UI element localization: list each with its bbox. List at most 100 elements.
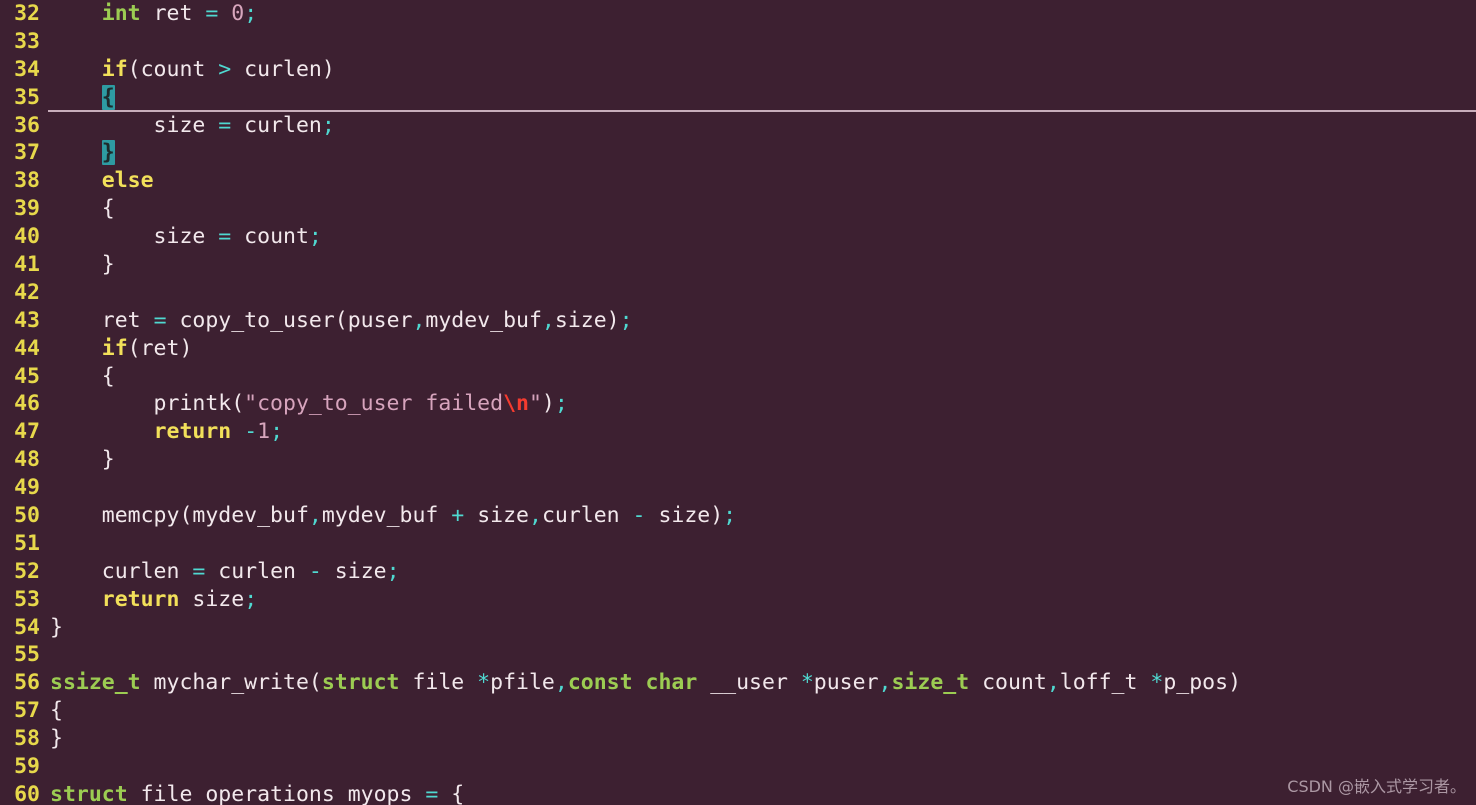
code-lines-container[interactable]: 32 int ret = 0; 33 34 if(count > curlen) 35…	[0, 0, 1476, 805]
code-token: printk(	[50, 391, 245, 417]
line-code[interactable]: }	[40, 725, 1476, 753]
code-line[interactable]: 37 }	[0, 139, 1476, 167]
line-code[interactable]: {	[40, 84, 1476, 112]
code-line[interactable]: 60 struct file_operations myops = {	[0, 781, 1476, 805]
code-token: >	[218, 56, 232, 82]
code-line[interactable]: 43 ret = copy_to_user(puser,mydev_buf,si…	[0, 307, 1476, 335]
line-code[interactable]: return size;	[40, 586, 1476, 614]
code-line[interactable]: 55	[0, 641, 1476, 669]
line-number: 52	[14, 558, 40, 584]
line-code[interactable]: ret = copy_to_user(puser,mydev_buf,size)…	[40, 307, 1476, 335]
code-line[interactable]: 39 {	[0, 195, 1476, 223]
code-token: ,	[528, 503, 542, 529]
line-code[interactable]: memcpy(mydev_buf,mydev_buf + size,curlen…	[40, 502, 1476, 530]
code-line[interactable]: 42	[0, 279, 1476, 307]
code-token: "copy_to_user failed	[244, 391, 504, 417]
code-token: (ret)	[127, 335, 193, 361]
code-line[interactable]: 52 curlen = curlen - size;	[0, 558, 1476, 586]
code-line[interactable]: 33	[0, 28, 1476, 56]
code-token: ;	[723, 503, 737, 529]
line-code[interactable]: if(ret)	[40, 335, 1476, 363]
line-code[interactable]: }	[40, 614, 1476, 642]
code-line[interactable]: 34 if(count > curlen)	[0, 56, 1476, 84]
code-token: size	[321, 558, 387, 584]
code-editor[interactable]: 32 int ret = 0; 33 34 if(count > curlen) 35…	[0, 0, 1476, 805]
code-line[interactable]: 58}	[0, 725, 1476, 753]
line-code[interactable]: size = count;	[40, 223, 1476, 251]
code-token: mydev_buf	[321, 503, 452, 529]
code-token: pfile	[490, 670, 555, 696]
code-token: count	[231, 224, 309, 250]
code-line[interactable]: 56 ssize_t mychar_write(struct file *pfil…	[0, 669, 1476, 697]
code-token: }	[50, 252, 115, 278]
line-code[interactable]: curlen = curlen - size;	[40, 558, 1476, 586]
line-number: 45	[14, 363, 40, 389]
code-token: size_t	[891, 670, 970, 696]
code-token: return	[153, 419, 232, 445]
code-token: {	[50, 363, 115, 389]
code-token: const	[567, 670, 633, 696]
code-token: *	[1150, 670, 1164, 696]
line-code[interactable]: size = curlen;	[40, 112, 1476, 140]
code-token: file	[399, 670, 478, 696]
code-token: {	[50, 196, 115, 222]
code-token: ssize_t	[50, 670, 141, 696]
code-line[interactable]: 41 }	[0, 251, 1476, 279]
code-line[interactable]: 49	[0, 474, 1476, 502]
line-code[interactable]: struct file_operations myops = {	[40, 781, 1476, 805]
line-number: 37	[14, 140, 40, 166]
code-line[interactable]: 51	[0, 530, 1476, 558]
code-line[interactable]: 53 return size;	[0, 586, 1476, 614]
code-token: mydev_buf	[425, 307, 542, 333]
line-number: 47	[14, 419, 40, 445]
line-code[interactable]: }	[40, 139, 1476, 167]
code-token: size	[50, 112, 219, 138]
line-code[interactable]: return -1;	[40, 418, 1476, 446]
code-token: curlen	[541, 503, 633, 529]
line-number: 42	[14, 279, 40, 305]
line-code[interactable]: {	[40, 363, 1476, 391]
line-code[interactable]: }	[40, 251, 1476, 279]
line-code[interactable]: {	[40, 697, 1476, 725]
code-line[interactable]: 54}	[0, 614, 1476, 642]
code-token: (count	[127, 56, 219, 82]
code-token: =	[205, 1, 219, 26]
code-token: *	[477, 670, 491, 696]
line-code[interactable]: else	[40, 167, 1476, 195]
line-code[interactable]: {	[40, 195, 1476, 223]
line-number: 59	[14, 754, 40, 780]
code-line[interactable]: 48 }	[0, 446, 1476, 474]
code-token: size	[464, 503, 529, 529]
code-line[interactable]: 44 if(ret)	[0, 335, 1476, 363]
line-code[interactable]: printk("copy_to_user failed\n");	[40, 390, 1476, 418]
line-number: 60	[14, 781, 40, 805]
matching-brace-highlight: }	[101, 140, 115, 166]
code-line[interactable]: 35 {	[0, 84, 1476, 112]
code-line[interactable]: 38 else	[0, 167, 1476, 195]
code-line[interactable]: 47 return -1;	[0, 418, 1476, 446]
code-line[interactable]: 45 {	[0, 363, 1476, 391]
code-line[interactable]: 40 size = count;	[0, 223, 1476, 251]
code-line[interactable]: 36 size = curlen;	[0, 112, 1476, 140]
line-code[interactable]: if(count > curlen)	[40, 56, 1476, 84]
line-number: 48	[14, 447, 40, 473]
line-code[interactable]: int ret = 0;	[40, 0, 1476, 28]
code-token: count	[969, 670, 1047, 696]
code-line[interactable]: 32 int ret = 0;	[0, 0, 1476, 28]
code-token: ret	[50, 307, 154, 333]
matching-brace-highlight: {	[101, 84, 115, 110]
line-code[interactable]: ssize_t mychar_write(struct file *pfile,…	[40, 669, 1476, 697]
code-line[interactable]: 50 memcpy(mydev_buf,mydev_buf + size,cur…	[0, 502, 1476, 530]
code-token: )	[541, 391, 555, 417]
code-token: else	[101, 168, 154, 194]
code-line[interactable]: 57 {	[0, 697, 1476, 725]
code-line[interactable]: 46 printk("copy_to_user failed\n");	[0, 390, 1476, 418]
line-code[interactable]: }	[40, 446, 1476, 474]
code-token: =	[218, 112, 232, 138]
code-line[interactable]: 59	[0, 753, 1476, 781]
csdn-watermark: CSDN @嵌入式学习者。	[1287, 777, 1466, 796]
